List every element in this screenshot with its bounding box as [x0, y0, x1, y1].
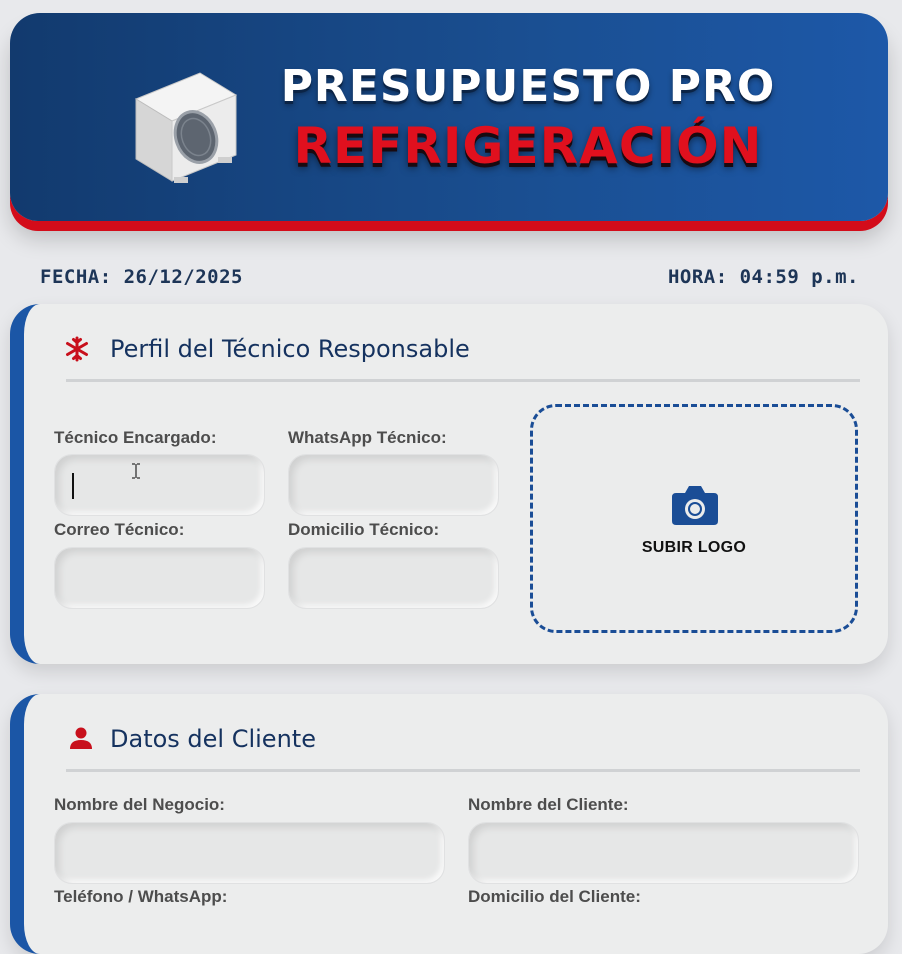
date-label: FECHA: 26/12/2025: [40, 266, 243, 288]
divider: [66, 379, 860, 382]
technician-name-label: Técnico Encargado:: [54, 428, 217, 447]
business-name-label: Nombre del Negocio:: [54, 795, 225, 814]
client-phone-label: Teléfono / WhatsApp:: [54, 887, 228, 906]
technician-address-label: Domicilio Técnico:: [288, 520, 440, 539]
technician-address-input[interactable]: [288, 547, 499, 609]
app-header: PRESUPUESTO PRO REFRIGERACIÓN: [10, 13, 888, 221]
time-label: HORA: 04:59 p.m.: [667, 266, 859, 288]
technician-name-input[interactable]: [54, 454, 265, 516]
technician-whatsapp-input[interactable]: [288, 454, 499, 516]
divider: [66, 769, 860, 772]
app-title: PRESUPUESTO PRO: [280, 61, 776, 112]
technician-card-title: Perfil del Técnico Responsable: [110, 335, 470, 363]
client-name-input[interactable]: [468, 822, 859, 884]
upload-logo-button[interactable]: SUBIR LOGO: [530, 404, 858, 633]
client-address-label: Domicilio del Cliente:: [468, 887, 641, 906]
text-caret: [72, 473, 74, 499]
air-conditioner-icon: [134, 72, 238, 183]
upload-logo-label: SUBIR LOGO: [641, 539, 747, 556]
technician-email-input[interactable]: [54, 547, 265, 609]
technician-email-label: Correo Técnico:: [54, 520, 185, 539]
client-card-title: Datos del Cliente: [110, 725, 316, 753]
camera-icon: [672, 486, 718, 525]
client-name-label: Nombre del Cliente:: [468, 795, 629, 814]
i-beam-cursor-icon: [132, 463, 140, 479]
technician-whatsapp-label: WhatsApp Técnico:: [288, 428, 447, 447]
snowflake-icon: [66, 336, 88, 362]
user-icon: [70, 727, 92, 749]
app-subtitle: REFRIGERACIÓN: [293, 117, 763, 175]
business-name-input[interactable]: [54, 822, 445, 884]
